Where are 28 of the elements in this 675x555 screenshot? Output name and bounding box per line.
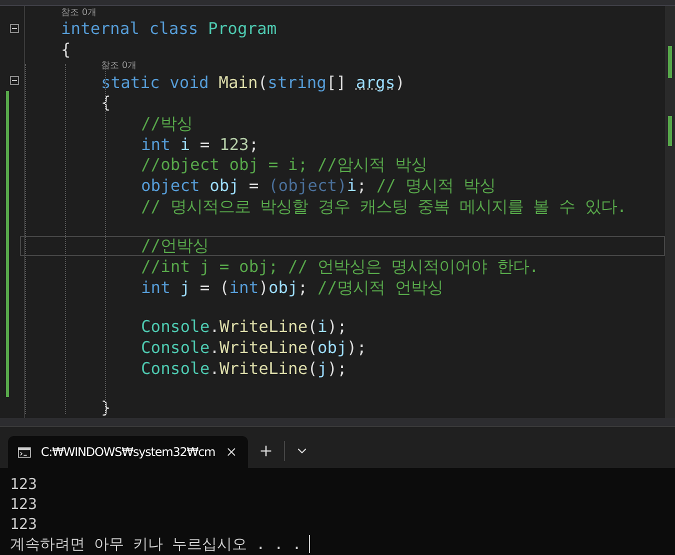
- collapse-icon[interactable]: [10, 24, 19, 33]
- code-line: Console.WriteLine(i);: [141, 317, 347, 336]
- console-output: 123: [10, 474, 38, 494]
- code-line: int i = 123;: [141, 134, 259, 154]
- code-line: //int j = obj; // 언박싱은 명시적이어야 한다.: [141, 256, 539, 278]
- tab-title: C:₩WINDOWS₩system32₩cm: [40, 445, 216, 459]
- console-output: 123: [10, 494, 38, 514]
- scrollbar[interactable]: [665, 6, 675, 418]
- code-line: int j = (int)obj; //명시적 언박싱: [141, 276, 443, 299]
- code-line: Console.WriteLine(obj);: [141, 338, 367, 358]
- code-line: object obj = (object)i; // 명시적 박싱: [141, 174, 496, 197]
- collapse-icon[interactable]: [10, 76, 19, 86]
- code-line: //언박싱: [141, 235, 209, 257]
- terminal-tab[interactable]: C:₩WINDOWS₩system32₩cm: [8, 436, 248, 468]
- code-line: //object obj = i; //암시적 박싱: [141, 154, 427, 176]
- code-line: static void Main(string[] args): [101, 72, 405, 92]
- reference-count[interactable]: 참조 0개: [101, 59, 137, 72]
- code-line: Console.WriteLine(j);: [141, 358, 347, 378]
- code-line: internal class Program: [61, 18, 277, 38]
- reference-count[interactable]: 참조 0개: [61, 6, 97, 18]
- code-line: // 명시적으로 박싱할 경우 캐스팅 중복 메시지를 볼 수 있다.: [141, 196, 627, 218]
- console-prompt: 계속하려면 아무 키나 누르십시오 . . .: [10, 534, 302, 554]
- console-icon: [18, 446, 31, 458]
- text-cursor: [309, 535, 310, 553]
- console-output: 123: [10, 514, 38, 534]
- plus-icon: [258, 443, 274, 459]
- code-line: //박싱: [141, 112, 193, 135]
- code-line: {: [61, 40, 71, 59]
